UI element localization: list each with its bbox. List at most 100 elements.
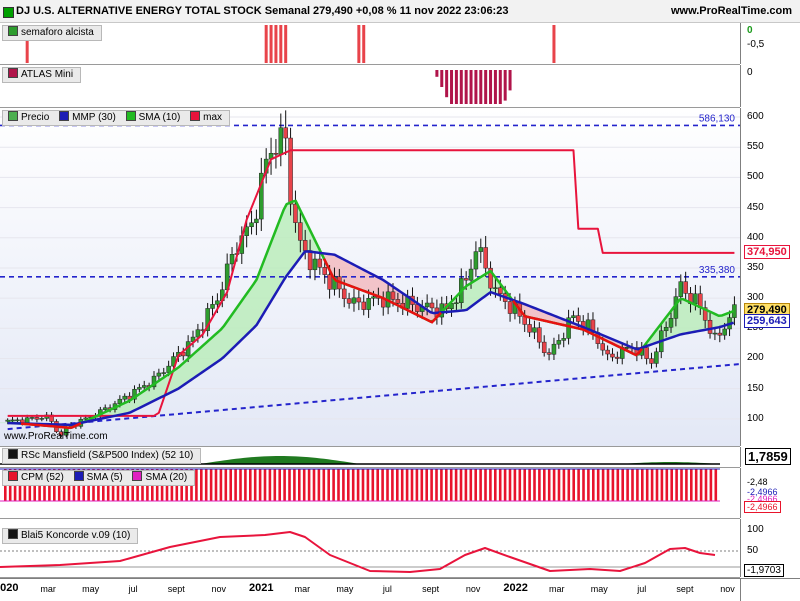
rsc-panel[interactable]: RSc Mansfield (S&P500 Index) (52 10) (0, 447, 740, 468)
price-y-axis: 100150200250300350400450500550600374,950… (740, 108, 800, 446)
rsc-y-axis: 1,7859 (740, 447, 800, 467)
cpm-bar (239, 469, 242, 501)
cpm-bar (219, 469, 223, 501)
semaforo-bar (279, 25, 283, 63)
candle-body (366, 298, 371, 310)
x-axis-label: 2021 (249, 582, 274, 594)
candle-body (527, 324, 532, 333)
legend-swatch-icon (125, 111, 136, 121)
atlas-bar (445, 70, 449, 98)
cpm-bar (513, 469, 517, 501)
atlas-panel[interactable]: ATLAS Mini (0, 65, 740, 108)
cpm-bar (293, 469, 296, 501)
atlas-y-axis: 0 (740, 65, 800, 107)
candle-body (498, 287, 503, 294)
price-value-tag: 374,950 (744, 244, 790, 259)
candle-body (576, 315, 581, 322)
atlas-bar (469, 70, 473, 104)
candle-body (454, 302, 459, 304)
cpm-bar (214, 469, 218, 501)
x-axis-label: 2020 (0, 582, 19, 594)
candle-body (210, 304, 215, 309)
cpm-bar (587, 469, 590, 501)
semaforo-y-axis: 0 -0,5 (740, 23, 800, 64)
x-axis-label: mar (294, 584, 311, 594)
candle-body (624, 347, 630, 349)
candle-body (610, 353, 615, 358)
semaforo-legend: semaforo alcista (2, 25, 102, 41)
price-plot: 586,130 335,380 (0, 108, 740, 446)
candle-body (478, 247, 484, 252)
cpm-bar (714, 469, 718, 501)
cpm-panel[interactable]: CPM (52) SMA (5) SMA (20) (0, 468, 740, 519)
candle-body (312, 258, 318, 271)
cpm-bar (650, 469, 654, 501)
koncorde-legend: Blai5 Koncorde v.09 (10) (2, 528, 139, 544)
candle-body (346, 298, 352, 304)
cpm-bar (459, 469, 463, 501)
cpm-bar (577, 469, 580, 501)
cpm-bar (195, 469, 198, 501)
legend-swatch-icon (8, 471, 18, 481)
candle-body (229, 254, 235, 265)
candle-body (29, 417, 35, 419)
candle-body (707, 320, 713, 334)
candle-body (546, 352, 552, 355)
price-panel[interactable]: Precio MMP (30) SMA (10) max 586,130 335,… (0, 108, 740, 447)
cpm-y-axis: -2,48 -2,4966 -2,4966 -2,4966 (740, 468, 800, 518)
cpm-bar (694, 469, 698, 501)
cpm-bar (562, 469, 566, 501)
candle-body (668, 318, 674, 328)
cpm-bar (518, 469, 522, 501)
candle-body (600, 343, 605, 351)
cpm-bar (601, 469, 605, 501)
candle-body (532, 327, 537, 333)
candle-body (556, 340, 562, 345)
candle-body (273, 153, 279, 155)
x-axis-label: sept (676, 584, 694, 594)
candle-body (137, 387, 142, 390)
x-axis-label: may (590, 584, 608, 594)
rsc-value-tag: 1,7859 (745, 448, 791, 465)
candle-body (473, 251, 479, 270)
cpm-bar (645, 469, 649, 501)
cpm-bar (596, 469, 600, 501)
cpm-bar (396, 469, 399, 501)
semaforo-bar (357, 25, 361, 63)
cpm-bar (503, 469, 507, 501)
cpm-bar (626, 469, 629, 501)
watermark-logo: www.ProRealTime.com (4, 431, 108, 442)
candle-body (395, 299, 401, 304)
semaforo-panel[interactable]: semaforo alcista (0, 23, 740, 65)
cpm-bar (552, 469, 556, 501)
candle-body (117, 398, 123, 404)
cpm-bar (523, 469, 526, 501)
candle-body (541, 341, 547, 353)
x-axis-label: nov (211, 584, 227, 594)
candle-body (39, 418, 45, 420)
legend-swatch-icon (8, 529, 18, 539)
candle-body (254, 218, 259, 224)
candle-body (215, 300, 220, 305)
cpm-bar (425, 469, 428, 501)
cpm-bar (680, 469, 683, 501)
cpm-bar (631, 469, 634, 501)
cpm-bar (704, 469, 708, 501)
candle-body (722, 328, 727, 336)
candle-body (298, 222, 303, 241)
rsc-legend: RSc Mansfield (S&P500 Index) (52 10) (2, 448, 202, 464)
x-axis-label: 2022 (503, 582, 528, 594)
candle-body (390, 291, 396, 300)
site-url[interactable]: www.ProRealTime.com (671, 5, 792, 17)
koncorde-tick: 50 (747, 545, 759, 556)
cpm-bar (543, 469, 546, 501)
semaforo-bar (552, 25, 556, 63)
candle-body (307, 250, 313, 271)
price-tick: 100 (747, 412, 764, 424)
candle-body (351, 297, 357, 304)
candle-body (424, 302, 430, 308)
koncorde-panel[interactable]: Blai5 Koncorde v.09 (10) (0, 519, 740, 578)
x-axis-label: jul (128, 584, 138, 594)
semaforo-tick: -0,5 (747, 39, 765, 50)
candle-body (24, 417, 30, 423)
